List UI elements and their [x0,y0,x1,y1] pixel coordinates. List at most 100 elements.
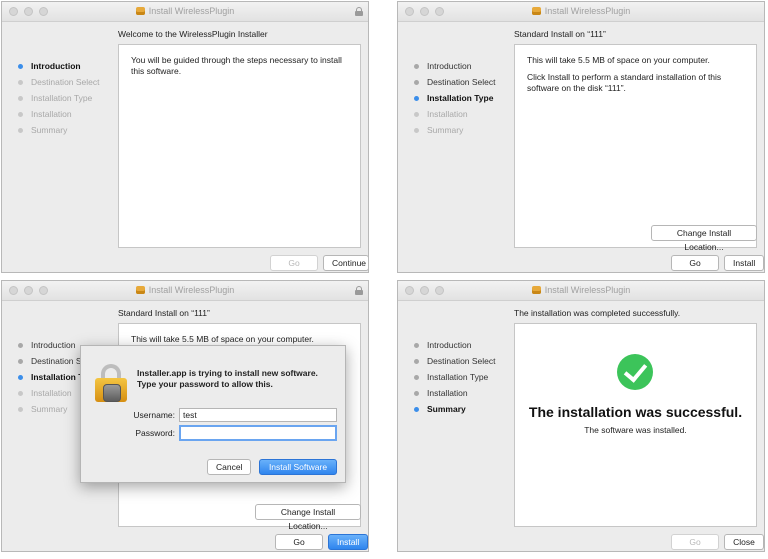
close-button[interactable]: Close [724,534,764,550]
continue-button[interactable]: Continue [323,255,368,271]
step-label: Summary [31,404,68,414]
step-label: Installation [427,109,468,119]
install-button[interactable]: Install [328,534,368,550]
window-title: Install WirelessPlugin [398,6,764,16]
step-label: Destination Select [427,77,496,87]
step-introduction: Introduction [408,337,496,353]
change-install-location-button[interactable]: Change Install Location... [255,504,361,531]
step-installation: Installation [408,385,496,401]
window-title: Install WirelessPlugin [2,285,368,295]
content-panel: You will be guided through the steps nec… [118,44,361,248]
step-dot [414,374,419,380]
step-summary: Summary [12,122,100,138]
package-icon [135,286,145,294]
package-icon [135,7,145,15]
step-installation: Installation [12,106,100,122]
window-title-text: Install WirelessPlugin [148,285,235,295]
step-label: Installation Type [427,93,494,103]
step-dot [18,406,23,412]
step-label: Summary [427,125,464,135]
step-label: Summary [31,125,68,135]
step-dot [414,127,419,133]
title-bar[interactable]: Install WirelessPlugin [2,281,368,301]
step-installation-type: Installation Type [408,369,496,385]
checkmark-icon [617,354,653,390]
step-dot [414,111,419,117]
go-back-button[interactable]: Go Back [270,255,318,271]
change-install-location-button[interactable]: Change Install Location... [651,225,757,252]
step-dot [18,111,23,117]
pane-header: Standard Install on “111” [118,308,210,318]
package-icon [531,286,541,294]
step-dot [18,342,23,348]
package-icon [531,7,541,15]
username-field[interactable]: test [179,408,337,422]
content-panel: The installation was successful. The sof… [514,323,757,527]
step-dot [414,358,419,364]
step-label: Introduction [31,61,81,71]
step-label: Destination Select [427,356,496,366]
success-title: The installation was successful. [528,404,743,420]
intro-text: You will be guided through the steps nec… [131,55,342,76]
lock-icon [95,364,127,402]
step-installation-type: Installation Type [408,90,496,106]
step-dot [18,63,23,69]
step-dot [414,95,419,101]
step-destination-select: Destination Select [408,353,496,369]
step-summary: Summary [408,401,496,417]
window-title: Install WirelessPlugin [2,6,368,16]
install-button[interactable]: Install [724,255,764,271]
steps-sidebar: Introduction Destination Select Installa… [12,58,100,138]
step-dot [414,390,419,396]
step-dot [18,358,23,364]
step-summary: Summary [408,122,496,138]
window-title: Install WirelessPlugin [398,285,764,295]
window-title-text: Install WirelessPlugin [148,6,235,16]
lock-icon[interactable] [355,286,363,295]
installer-window-introduction: Install WirelessPlugin Welcome to the Wi… [1,1,369,273]
go-back-button[interactable]: Go Back [671,534,719,550]
step-dot [18,127,23,133]
step-dot [414,79,419,85]
step-dot [18,79,23,85]
password-field[interactable] [179,425,337,441]
password-label: Password: [135,428,175,438]
step-label: Installation [31,388,72,398]
pane-header: The installation was completed successfu… [514,308,681,318]
username-label: Username: [133,410,175,420]
title-bar[interactable]: Install WirelessPlugin [398,281,764,301]
install-instructions-text: Click Install to perform a standard inst… [527,72,722,93]
space-required-text: This will take 5.5 MB of space on your c… [527,55,710,65]
step-dot [414,63,419,69]
installer-window-authentication: Install WirelessPlugin Standard Install … [1,280,369,552]
space-required-text: This will take 5.5 MB of space on your c… [131,334,314,344]
installer-window-installation-type: Install WirelessPlugin Standard Install … [397,1,765,273]
dialog-message: Installer.app is trying to install new s… [137,368,318,389]
go-back-button[interactable]: Go Back [275,534,323,550]
step-label: Introduction [427,340,472,350]
step-introduction: Introduction [12,58,100,74]
step-destination-select: Destination Select [12,74,100,90]
window-title-text: Install WirelessPlugin [544,6,631,16]
step-dot [18,95,23,101]
title-bar[interactable]: Install WirelessPlugin [398,2,764,22]
step-label: Introduction [427,61,472,71]
go-back-button[interactable]: Go Back [671,255,719,271]
step-dot [18,374,23,380]
install-software-button[interactable]: Install Software [259,459,337,475]
window-title-text: Install WirelessPlugin [544,285,631,295]
step-dot [414,342,419,348]
content-panel: This will take 5.5 MB of space on your c… [514,44,757,252]
step-dot [18,390,23,396]
title-bar[interactable]: Install WirelessPlugin [2,2,368,22]
success-message: The software was installed. [584,425,687,435]
installer-window-summary: Install WirelessPlugin The installation … [397,280,765,552]
step-installation: Installation [408,106,496,122]
step-dot [414,406,419,412]
cancel-button[interactable]: Cancel [207,459,251,475]
step-label: Installation [427,388,468,398]
lock-icon[interactable] [355,7,363,16]
step-label: Destination Select [31,77,100,87]
step-introduction: Introduction [408,58,496,74]
step-label: Installation Type [31,93,93,103]
